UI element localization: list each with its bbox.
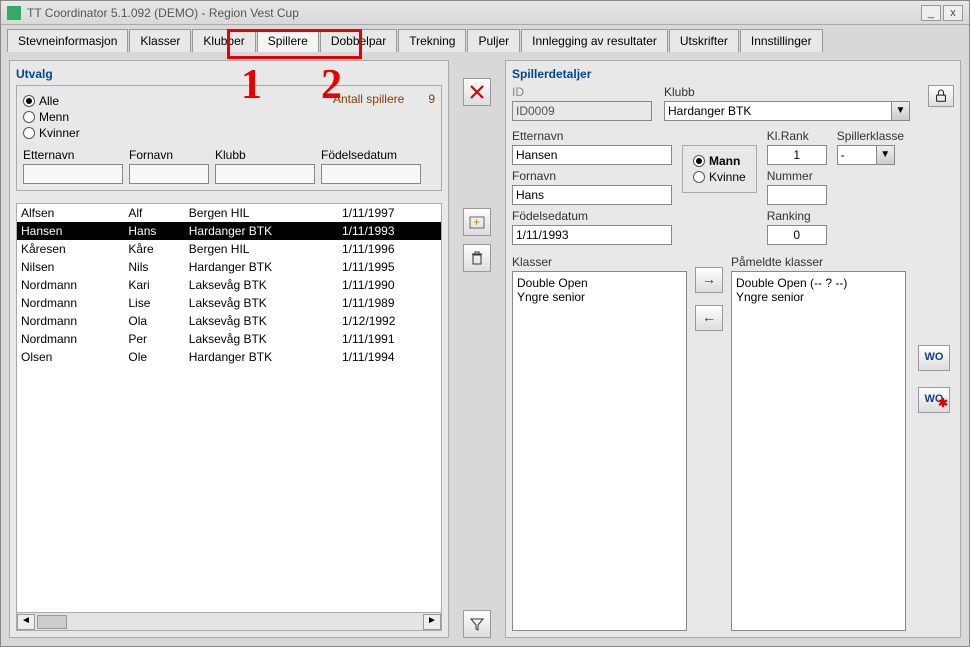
- etternavn-field[interactable]: [512, 145, 672, 165]
- table-row[interactable]: KåresenKåreBergen HIL1/11/1996: [17, 240, 441, 258]
- tab-stevneinformasjon[interactable]: Stevneinformasjon: [7, 29, 128, 52]
- radio-dot-icon: [693, 171, 705, 183]
- tab-puljer[interactable]: Puljer: [467, 29, 520, 52]
- mid-actions: +: [457, 60, 497, 638]
- main-content: Utvalg Alle Menn Kvinner Antall spillere…: [1, 52, 969, 646]
- arrow-left-button[interactable]: ←: [695, 305, 723, 331]
- tab-innstillinger[interactable]: Innstillinger: [740, 29, 823, 52]
- scroll-left-icon[interactable]: ◄: [17, 614, 35, 630]
- filter-fodsel[interactable]: [321, 164, 421, 184]
- fornavn-field[interactable]: [512, 185, 672, 205]
- radio-alle[interactable]: Alle: [23, 94, 80, 108]
- ranking-field[interactable]: [767, 225, 827, 245]
- chevron-down-icon[interactable]: ▼: [877, 145, 895, 165]
- lock-button[interactable]: [928, 85, 954, 107]
- details-title: Spillerdetaljer: [512, 67, 954, 81]
- klasser-list[interactable]: Double OpenYngre senior: [512, 271, 687, 631]
- hscrollbar[interactable]: ◄ ►: [17, 612, 441, 630]
- filter-etternavn[interactable]: [23, 164, 123, 184]
- tab-utskrifter[interactable]: Utskrifter: [669, 29, 739, 52]
- wo-button[interactable]: WO: [918, 345, 950, 371]
- radio-dot-icon: [693, 155, 705, 167]
- radio-dot-icon: [23, 95, 35, 107]
- list-item[interactable]: Double Open: [517, 276, 682, 290]
- utvalg-filter-box: Alle Menn Kvinner Antall spillere 9 Ette…: [16, 85, 442, 191]
- table-row[interactable]: NilsenNilsHardanger BTK1/11/1995: [17, 258, 441, 276]
- wo-clear-button[interactable]: WO: [918, 387, 950, 413]
- tab-bar: StevneinformasjonKlasserKlubberSpillereD…: [1, 25, 969, 52]
- nummer-field[interactable]: [767, 185, 827, 205]
- scroll-right-icon[interactable]: ►: [423, 614, 441, 630]
- title-bar: TT Coordinator 5.1.092 (DEMO) - Region V…: [1, 1, 969, 25]
- tab-trekning[interactable]: Trekning: [398, 29, 466, 52]
- fodsel-field[interactable]: [512, 225, 672, 245]
- table-row[interactable]: NordmannOlaLaksevåg BTK1/12/1992: [17, 312, 441, 330]
- minimize-button[interactable]: _: [921, 5, 941, 21]
- table-row[interactable]: AlfsenAlfBergen HIL1/11/1997: [17, 204, 441, 222]
- filter-fornavn[interactable]: [129, 164, 209, 184]
- id-field: [512, 101, 652, 121]
- radio-mann[interactable]: Mann: [693, 154, 746, 168]
- player-list[interactable]: AlfsenAlfBergen HIL1/11/1997HansenHansHa…: [16, 203, 442, 631]
- table-row[interactable]: HansenHansHardanger BTK1/11/1993: [17, 222, 441, 240]
- radio-dot-icon: [23, 111, 35, 123]
- window-title: TT Coordinator 5.1.092 (DEMO) - Region V…: [27, 6, 919, 20]
- utvalg-title: Utvalg: [16, 67, 442, 81]
- count-label: Antall spillere: [333, 92, 404, 106]
- chevron-down-icon[interactable]: ▼: [892, 101, 910, 121]
- tab-dobbelpar[interactable]: Dobbelpar: [320, 29, 397, 52]
- list-item[interactable]: Yngre senior: [736, 290, 901, 304]
- radio-menn[interactable]: Menn: [23, 110, 80, 124]
- tab-innlegging-av-resultater[interactable]: Innlegging av resultater: [521, 29, 668, 52]
- tab-spillere[interactable]: Spillere: [257, 29, 319, 52]
- utvalg-panel: Utvalg Alle Menn Kvinner Antall spillere…: [9, 60, 449, 638]
- radio-dot-icon: [23, 127, 35, 139]
- gender-box: Mann Kvinne: [682, 145, 757, 193]
- scroll-thumb[interactable]: [37, 615, 67, 629]
- filter-button[interactable]: [463, 610, 491, 638]
- delete-player-button[interactable]: [463, 244, 491, 272]
- spillerklasse-select[interactable]: [837, 145, 877, 165]
- details-panel: Spillerdetaljer ID Klubb ▼: [505, 60, 961, 638]
- remove-player-button[interactable]: [463, 78, 491, 106]
- table-row[interactable]: NordmannKariLaksevåg BTK1/11/1990: [17, 276, 441, 294]
- tab-klasser[interactable]: Klasser: [129, 29, 191, 52]
- paameldte-list[interactable]: Double Open (-- ? --)Yngre senior: [731, 271, 906, 631]
- table-row[interactable]: NordmannLiseLaksevåg BTK1/11/1989: [17, 294, 441, 312]
- svg-text:+: +: [473, 215, 480, 229]
- arrow-right-button[interactable]: →: [695, 267, 723, 293]
- add-player-button[interactable]: +: [463, 208, 491, 236]
- radio-kvinne[interactable]: Kvinne: [693, 170, 746, 184]
- klubb-select[interactable]: [664, 101, 892, 121]
- list-item[interactable]: Double Open (-- ? --): [736, 276, 901, 290]
- app-window: 1 2 TT Coordinator 5.1.092 (DEMO) - Regi…: [0, 0, 970, 647]
- table-row[interactable]: OlsenOleHardanger BTK1/11/1994: [17, 348, 441, 366]
- radio-kvinner[interactable]: Kvinner: [23, 126, 80, 140]
- count-value: 9: [428, 92, 435, 106]
- tab-klubber[interactable]: Klubber: [192, 29, 255, 52]
- app-icon: [7, 6, 21, 20]
- list-item[interactable]: Yngre senior: [517, 290, 682, 304]
- klrank-field[interactable]: [767, 145, 827, 165]
- close-button[interactable]: x: [943, 5, 963, 21]
- filter-klubb[interactable]: [215, 164, 315, 184]
- table-row[interactable]: NordmannPerLaksevåg BTK1/11/1991: [17, 330, 441, 348]
